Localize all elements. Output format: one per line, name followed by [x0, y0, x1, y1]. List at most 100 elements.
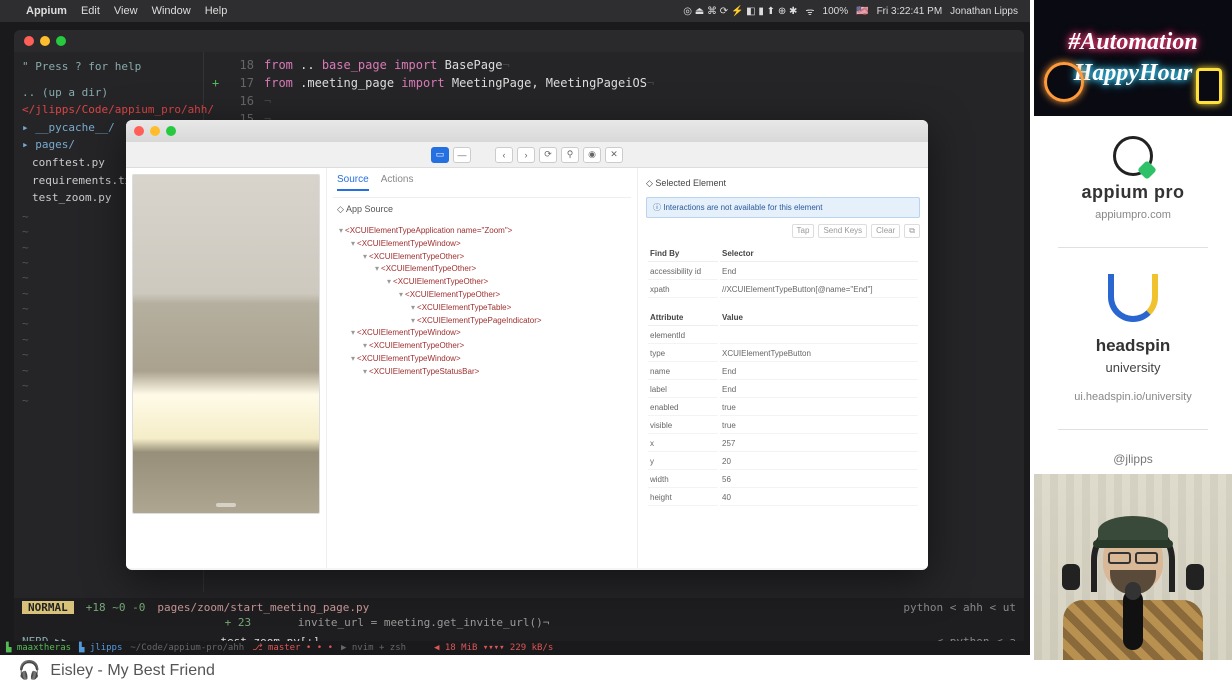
menubar-app-name[interactable]: Appium	[26, 5, 67, 17]
clear-button[interactable]: Clear	[871, 224, 900, 238]
attribute-col-header: Attribute	[648, 310, 718, 326]
tree-node[interactable]: ▾<XCUIElementTypeWindow>	[339, 238, 625, 251]
git-stats: +18 ~0 -0	[86, 601, 146, 614]
element-action-buttons: Tap Send Keys Clear ⧉	[646, 224, 920, 238]
table-row[interactable]: x257	[648, 436, 918, 452]
appium-pro-name: appium pro	[1082, 182, 1185, 203]
menubar-user[interactable]: Jonathan Lipps	[950, 6, 1018, 17]
table-row[interactable]: labelEnd	[648, 382, 918, 398]
table-row[interactable]: enabledtrue	[648, 400, 918, 416]
now-playing-title: Eisley - My Best Friend	[50, 662, 214, 680]
nerdtree-hint: " Press ? for help	[22, 58, 195, 76]
table-row[interactable]: nameEnd	[648, 364, 918, 380]
mac-menubar: Appium Edit View Window Help ◎ ⏏ ⌘ ⟳ ⚡ ◧…	[0, 0, 1030, 22]
selected-element-header: ◇ Selected Element	[646, 174, 920, 193]
tmux-git: ⎇ master • • •	[252, 643, 333, 653]
status-enc: ut	[1003, 601, 1016, 614]
minimize-button[interactable]	[150, 126, 160, 136]
attribute-table: AttributeValue elementIdtypeXCUIElementT…	[646, 308, 920, 508]
status-lang: python	[903, 601, 943, 614]
tree-node[interactable]: ▾<XCUIElementTypeStatusBar>	[339, 366, 625, 379]
now-playing-bar: 🎧 Eisley - My Best Friend	[18, 660, 215, 681]
tap-button[interactable]: Tap	[792, 224, 815, 238]
nerdtree-root[interactable]: </jlipps/Code/appium_pro/ahh/	[22, 101, 195, 119]
tree-node[interactable]: ▾<XCUIElementTypeOther>	[339, 263, 625, 276]
code-line[interactable]: 18from .. base_page import BasePage¬	[212, 56, 1016, 74]
close-button[interactable]	[134, 126, 144, 136]
appium-inspector-window[interactable]: ▭ — ‹ › ⟳ ⚲ ◉ ✕ Source Actions ◇ App Sou…	[126, 120, 928, 570]
table-row[interactable]: width56	[648, 472, 918, 488]
menu-window[interactable]: Window	[152, 5, 191, 17]
zoom-button[interactable]	[166, 126, 176, 136]
tab-source[interactable]: Source	[337, 174, 369, 191]
forward-icon[interactable]: ›	[517, 147, 535, 163]
headspin-name: headspin	[1096, 336, 1171, 356]
tree-node[interactable]: ▾<XCUIElementTypeOther>	[339, 289, 625, 302]
tree-node[interactable]: ▾<XCUIElementTypeWindow>	[339, 353, 625, 366]
source-panel: Source Actions ◇ App Source ▾<XCUIElemen…	[326, 168, 638, 568]
headspin-url: ui.headspin.io/university	[1074, 391, 1191, 403]
table-row[interactable]: accessibility idEnd	[648, 264, 918, 280]
headspin-block: headspin university ui.headspin.io/unive…	[1074, 254, 1191, 423]
tree-node[interactable]: ▾<XCUIElementTypeOther>	[339, 251, 625, 264]
tab-actions[interactable]: Actions	[381, 174, 414, 191]
window-controls	[14, 30, 1024, 52]
tmux-shell: ▶ nvim + zsh	[341, 643, 406, 653]
flag-icon[interactable]: 🇺🇸	[856, 6, 868, 17]
back-icon[interactable]: ‹	[495, 147, 513, 163]
tree-node[interactable]: ▾<XCUIElementTypeOther>	[339, 276, 625, 289]
tree-node[interactable]: ▾<XCUIElementTypeTable>	[339, 302, 625, 315]
menu-view[interactable]: View	[114, 5, 138, 17]
copy-icon[interactable]: ⧉	[904, 224, 920, 238]
device-screenshot[interactable]	[132, 174, 320, 514]
close-button[interactable]	[24, 36, 34, 46]
code-line[interactable]: +17from .meeting_page import MeetingPage…	[212, 74, 1016, 92]
select-tool-icon[interactable]: ▭	[431, 147, 449, 163]
branding-column: #Automation HappyHour appium pro appiump…	[1034, 0, 1232, 690]
menubar-clock[interactable]: Fri 3:22:41 PM	[877, 6, 943, 17]
record-icon[interactable]: ◉	[583, 147, 601, 163]
quit-icon[interactable]: ✕	[605, 147, 623, 163]
tree-node[interactable]: ▾<XCUIElementTypeApplication name="Zoom"…	[339, 225, 625, 238]
presenter-avatar	[1058, 510, 1208, 660]
tree-node[interactable]: ▾<XCUIElementTypeWindow>	[339, 327, 625, 340]
send-keys-button[interactable]: Send Keys	[818, 224, 867, 238]
findby-table: Find BySelector accessibility idEnd xpath…	[646, 244, 920, 300]
table-row[interactable]: y20	[648, 454, 918, 470]
tree-node[interactable]: ▾<XCUIElementTypeOther>	[339, 340, 625, 353]
table-row[interactable]: elementId	[648, 328, 918, 344]
headspin-subtitle: university	[1106, 360, 1161, 375]
device-screenshot-panel	[126, 168, 326, 568]
minimize-button[interactable]	[40, 36, 50, 46]
menu-help[interactable]: Help	[205, 5, 228, 17]
status-code-preview: invite_url = meeting.get_invite_url()¬	[298, 616, 550, 629]
status-file-path: pages/zoom/start_meeting_page.py	[157, 601, 369, 614]
tmux-statusbar: ▙ maaxtheras ▙ jlipps ~/Code/appium-pro/…	[0, 641, 1026, 655]
table-row[interactable]: typeXCUIElementTypeButton	[648, 346, 918, 362]
tmux-path: ~/Code/appium-pro/ahh	[130, 643, 244, 653]
wifi-icon[interactable]: ᯤ	[805, 4, 814, 18]
code-line[interactable]: 16¬	[212, 92, 1016, 110]
vim-mode-badge: NORMAL	[22, 601, 74, 614]
menu-edit[interactable]: Edit	[81, 5, 100, 17]
inspector-toolbar: ▭ — ‹ › ⟳ ⚲ ◉ ✕	[126, 142, 928, 168]
refresh-icon[interactable]: ⟳	[539, 147, 557, 163]
findby-col-header: Find By	[648, 246, 718, 262]
appium-pro-block: appium pro appiumpro.com	[1082, 116, 1185, 241]
tree-node[interactable]: ▾<XCUIElementTypePageIndicator>	[339, 315, 625, 328]
tmux-stats: ◀ 18 MiB ▾▾▾▾ 229 kB/s	[434, 643, 553, 653]
table-row[interactable]: visibletrue	[648, 418, 918, 434]
status-branch: ahh	[963, 601, 983, 614]
appium-pro-logo-icon	[1113, 136, 1153, 176]
selector-col-header: Selector	[720, 246, 918, 262]
status-icons[interactable]: ◎ ⏏ ⌘ ⟳ ⚡ ◧ ▮ ⬆ ⊕ ✱	[683, 6, 797, 17]
banner-line1: #Automation	[1068, 29, 1197, 56]
table-row[interactable]: xpath//XCUIElementTypeButton[@name="End"…	[648, 282, 918, 298]
element-tree[interactable]: ▾<XCUIElementTypeApplication name="Zoom"…	[333, 221, 631, 383]
table-row[interactable]: height40	[648, 490, 918, 506]
zoom-button[interactable]	[56, 36, 66, 46]
nerdtree-updir[interactable]: .. (up a dir)	[22, 84, 195, 102]
search-icon[interactable]: ⚲	[561, 147, 579, 163]
separator	[1058, 429, 1208, 430]
swipe-tool-icon[interactable]: —	[453, 147, 471, 163]
